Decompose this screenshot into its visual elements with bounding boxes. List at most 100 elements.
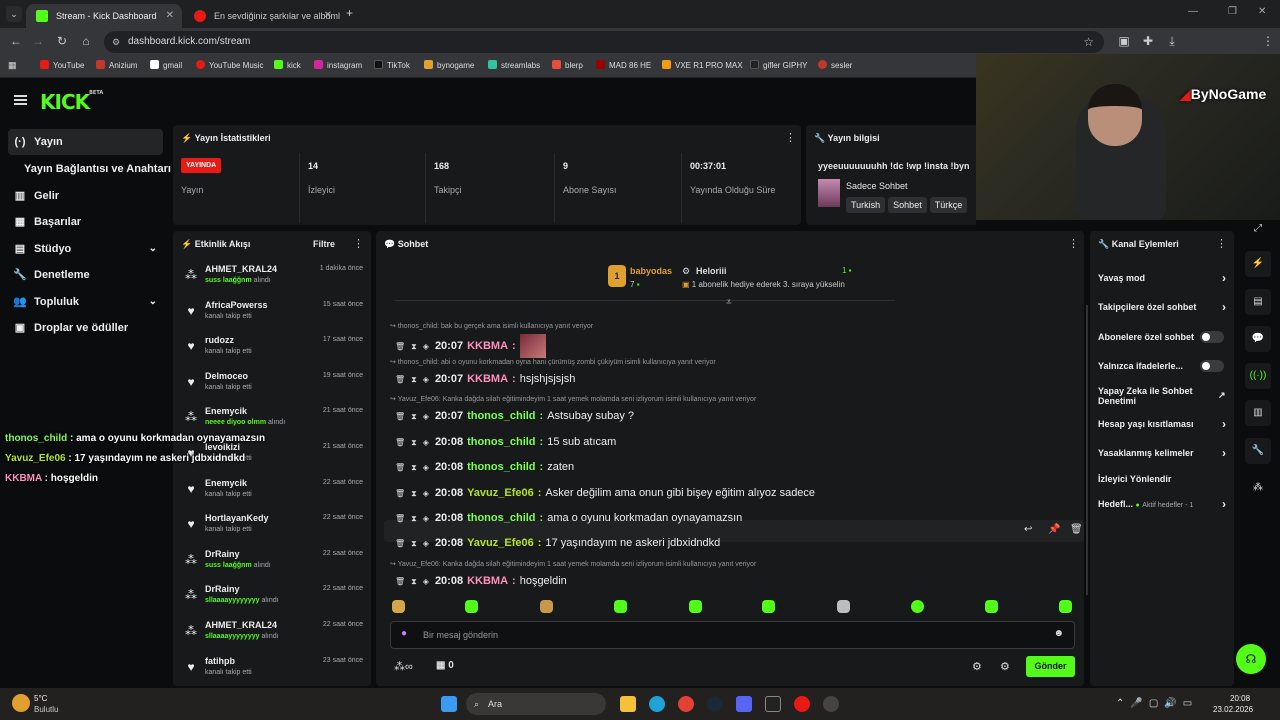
- tag-chip[interactable]: Sohbet: [888, 197, 927, 213]
- close-window-icon[interactable]: ✕: [1258, 6, 1266, 17]
- activity-username[interactable]: fatihpb: [205, 656, 235, 666]
- sidebar-item-studyo[interactable]: ▤ Stüdyo ⌄: [8, 236, 163, 262]
- restore-window-icon[interactable]: ❐: [1228, 6, 1237, 17]
- pin-icon[interactable]: 📌: [1048, 524, 1060, 535]
- action-izleyici-yonlendir[interactable]: İzleyici Yönlendir: [1098, 474, 1228, 494]
- activity-username[interactable]: AHMET_KRAL24: [205, 620, 277, 630]
- bookmark-gmail[interactable]: gmail: [150, 60, 182, 70]
- delete-message-icon[interactable]: 🗑: [395, 438, 405, 447]
- activity-username[interactable]: HortlayanKedy: [205, 513, 269, 523]
- subscriber-chat-toggle[interactable]: [1200, 331, 1224, 343]
- bookmark-youtube-music[interactable]: YouTube Music: [196, 60, 264, 70]
- activity-item[interactable]: ♥ Delmoceo kanalı takip etti 19 saat önce: [183, 371, 367, 405]
- emote-3-icon[interactable]: [540, 600, 553, 613]
- chat-message[interactable]: 🗑 ⧗ ◈ 20:08 thonos_child: ama o oyunu korkmad…: [395, 509, 742, 527]
- chrome-icon[interactable]: [678, 696, 694, 712]
- delete-message-icon[interactable]: 🗑: [395, 577, 405, 586]
- home-icon[interactable]: ⌂: [78, 34, 94, 48]
- second-gifter-name[interactable]: Heloriii: [696, 266, 727, 276]
- timeout-icon[interactable]: ⧗: [411, 375, 417, 384]
- action-ai-moderation[interactable]: Yapay Zeka ile Sohbet Denetimi ↗: [1098, 386, 1226, 406]
- bookmark-giphy[interactable]: gifler GIPHY: [750, 60, 807, 70]
- action-yavas-mod[interactable]: Yavaş mod ›: [1098, 271, 1228, 293]
- tab-kick-dashboard[interactable]: Stream - Kick Dashboard ✕: [26, 4, 182, 28]
- action-hesap-yasi[interactable]: Hesap yaşı kısıtlaması ›: [1098, 417, 1228, 439]
- edge-icon[interactable]: [649, 696, 665, 712]
- activity-item[interactable]: ♥ AfricaPowerss kanalı takip etti 15 saat ö…: [183, 300, 367, 334]
- timeout-icon[interactable]: ⧗: [411, 514, 417, 523]
- activity-item[interactable]: ⁂ DrRainy sllaaaayyyyyyyy alındı 22 saat ön…: [183, 584, 367, 618]
- message-username[interactable]: thonos_child: [467, 436, 535, 448]
- action-hedefler[interactable]: Hedefl... ● Aktif hedefler - 1 ›: [1098, 497, 1228, 519]
- chat-input[interactable]: Bir mesaj gönderin: [423, 630, 498, 640]
- activity-item[interactable]: ⁂ AHMET_KRAL24 sllaaaayyyyyyyy alındı 22 sa…: [183, 620, 367, 654]
- reload-icon[interactable]: ↻: [54, 34, 70, 48]
- activity-item[interactable]: ♥ rudozz kanalı takip etti 17 saat önce: [183, 335, 367, 369]
- epic-games-icon[interactable]: [765, 696, 781, 712]
- new-tab-button[interactable]: +: [346, 6, 353, 20]
- action-yasak-kelimeler[interactable]: Yasaklanmış kelimeler ›: [1098, 446, 1228, 468]
- delete-message-icon[interactable]: 🗑: [395, 342, 405, 351]
- taskbar-search[interactable]: ⌕ Ara: [466, 693, 606, 715]
- emoji-picker-icon[interactable]: ☻: [1053, 628, 1064, 639]
- quick-action-community-icon[interactable]: ⁂: [1245, 475, 1271, 501]
- download-icon[interactable]: ⤓: [1164, 34, 1180, 49]
- more-options-icon[interactable]: ⋮: [1068, 237, 1079, 250]
- message-username[interactable]: KKBMA: [467, 575, 508, 587]
- sidebar-item-yayin[interactable]: (·) Yayın: [8, 129, 163, 155]
- support-button-icon[interactable]: ☊: [1236, 644, 1266, 674]
- activity-username[interactable]: AfricaPowerss: [205, 300, 268, 310]
- system-tray-icons[interactable]: ⌃🎤▢🔊▭: [1116, 698, 1198, 709]
- activity-username[interactable]: Delmoceo: [205, 371, 248, 381]
- bookmark-instagram[interactable]: instagram: [314, 60, 362, 70]
- message-username[interactable]: thonos_child: [467, 512, 535, 524]
- chat-input-box[interactable]: ● Bir mesaj gönderin ☻: [390, 621, 1075, 649]
- delete-message-icon[interactable]: 🗑: [395, 514, 405, 523]
- apps-grid-icon[interactable]: ▦: [8, 60, 17, 71]
- bookmark-anizium[interactable]: Anizium: [96, 60, 137, 70]
- action-abone-sohbet[interactable]: Abonelere özel sohbet: [1098, 331, 1228, 352]
- expand-icon[interactable]: ⤢: [1245, 216, 1271, 242]
- message-username[interactable]: thonos_child: [467, 461, 535, 473]
- chat-message[interactable]: 🗑 ⧗ ◈ 20:08 Yavuz_Efe06:17 yaşındayım ne ask…: [395, 534, 720, 552]
- tab-music[interactable]: En sevdiğiniz şarkılar ve albümle ✕: [184, 4, 340, 28]
- delete-message-icon[interactable]: 🗑: [395, 463, 405, 472]
- top-gifter-name[interactable]: babyodas: [630, 266, 672, 276]
- more-options-icon[interactable]: ⋮: [1216, 237, 1227, 250]
- url-field[interactable]: ⚙ dashboard.kick.com/stream ☆: [104, 31, 1104, 53]
- activity-username[interactable]: Enemycik: [205, 406, 247, 416]
- message-username[interactable]: KKBMA: [467, 373, 508, 385]
- timeout-icon[interactable]: ⧗: [411, 463, 417, 472]
- bookmark-youtube[interactable]: YouTube: [40, 60, 84, 70]
- app-red-icon[interactable]: [794, 696, 810, 712]
- extensions-puzzle-icon[interactable]: ✚: [1140, 34, 1156, 48]
- chat-message[interactable]: 🗑 ⧗ ◈ 20:08 Yavuz_Efe06: Asker değilim ama on…: [395, 484, 815, 502]
- reply-icon[interactable]: ↩: [1024, 524, 1032, 535]
- timeout-icon[interactable]: ⧗: [411, 342, 417, 351]
- sidebar-item-stream-key[interactable]: Yayın Bağlantısı ve Anahtarı: [8, 156, 171, 182]
- activity-item[interactable]: ♥ HortlayanKedy kanalı takip etti 22 saat ö…: [183, 513, 367, 547]
- delete-message-icon[interactable]: 🗑: [395, 489, 405, 498]
- site-info-icon[interactable]: ⚙: [112, 31, 120, 53]
- more-options-icon[interactable]: ⋮: [785, 131, 796, 144]
- quick-action-lightning-icon[interactable]: ⚡: [1245, 251, 1271, 277]
- activity-username[interactable]: DrRainy: [205, 549, 240, 559]
- store-counter[interactable]: ▦ 0: [436, 660, 454, 671]
- start-button-icon[interactable]: [441, 696, 457, 712]
- emote-9-icon[interactable]: [985, 600, 998, 613]
- activity-username[interactable]: DrRainy: [205, 584, 240, 594]
- timeout-icon[interactable]: ⧗: [411, 539, 417, 548]
- activity-username[interactable]: rudozz: [205, 335, 234, 345]
- back-icon[interactable]: ←: [8, 34, 24, 48]
- minimize-window-icon[interactable]: —: [1188, 6, 1198, 17]
- emote-8-icon[interactable]: [911, 600, 924, 613]
- quick-action-wrench-icon[interactable]: 🔧: [1245, 438, 1271, 464]
- quick-action-stack-icon[interactable]: ▥: [1245, 400, 1271, 426]
- delete-message-icon[interactable]: 🗑: [395, 375, 405, 384]
- timeout-icon[interactable]: ⧗: [411, 438, 417, 447]
- sidebar-item-droplar[interactable]: ▣ Droplar ve ödüller: [8, 315, 163, 341]
- menu-icon[interactable]: ⋮: [1260, 34, 1276, 48]
- emote-7-icon[interactable]: [837, 600, 850, 613]
- timeout-icon[interactable]: ⧗: [411, 489, 417, 498]
- quick-action-notes-icon[interactable]: ▤: [1245, 289, 1271, 315]
